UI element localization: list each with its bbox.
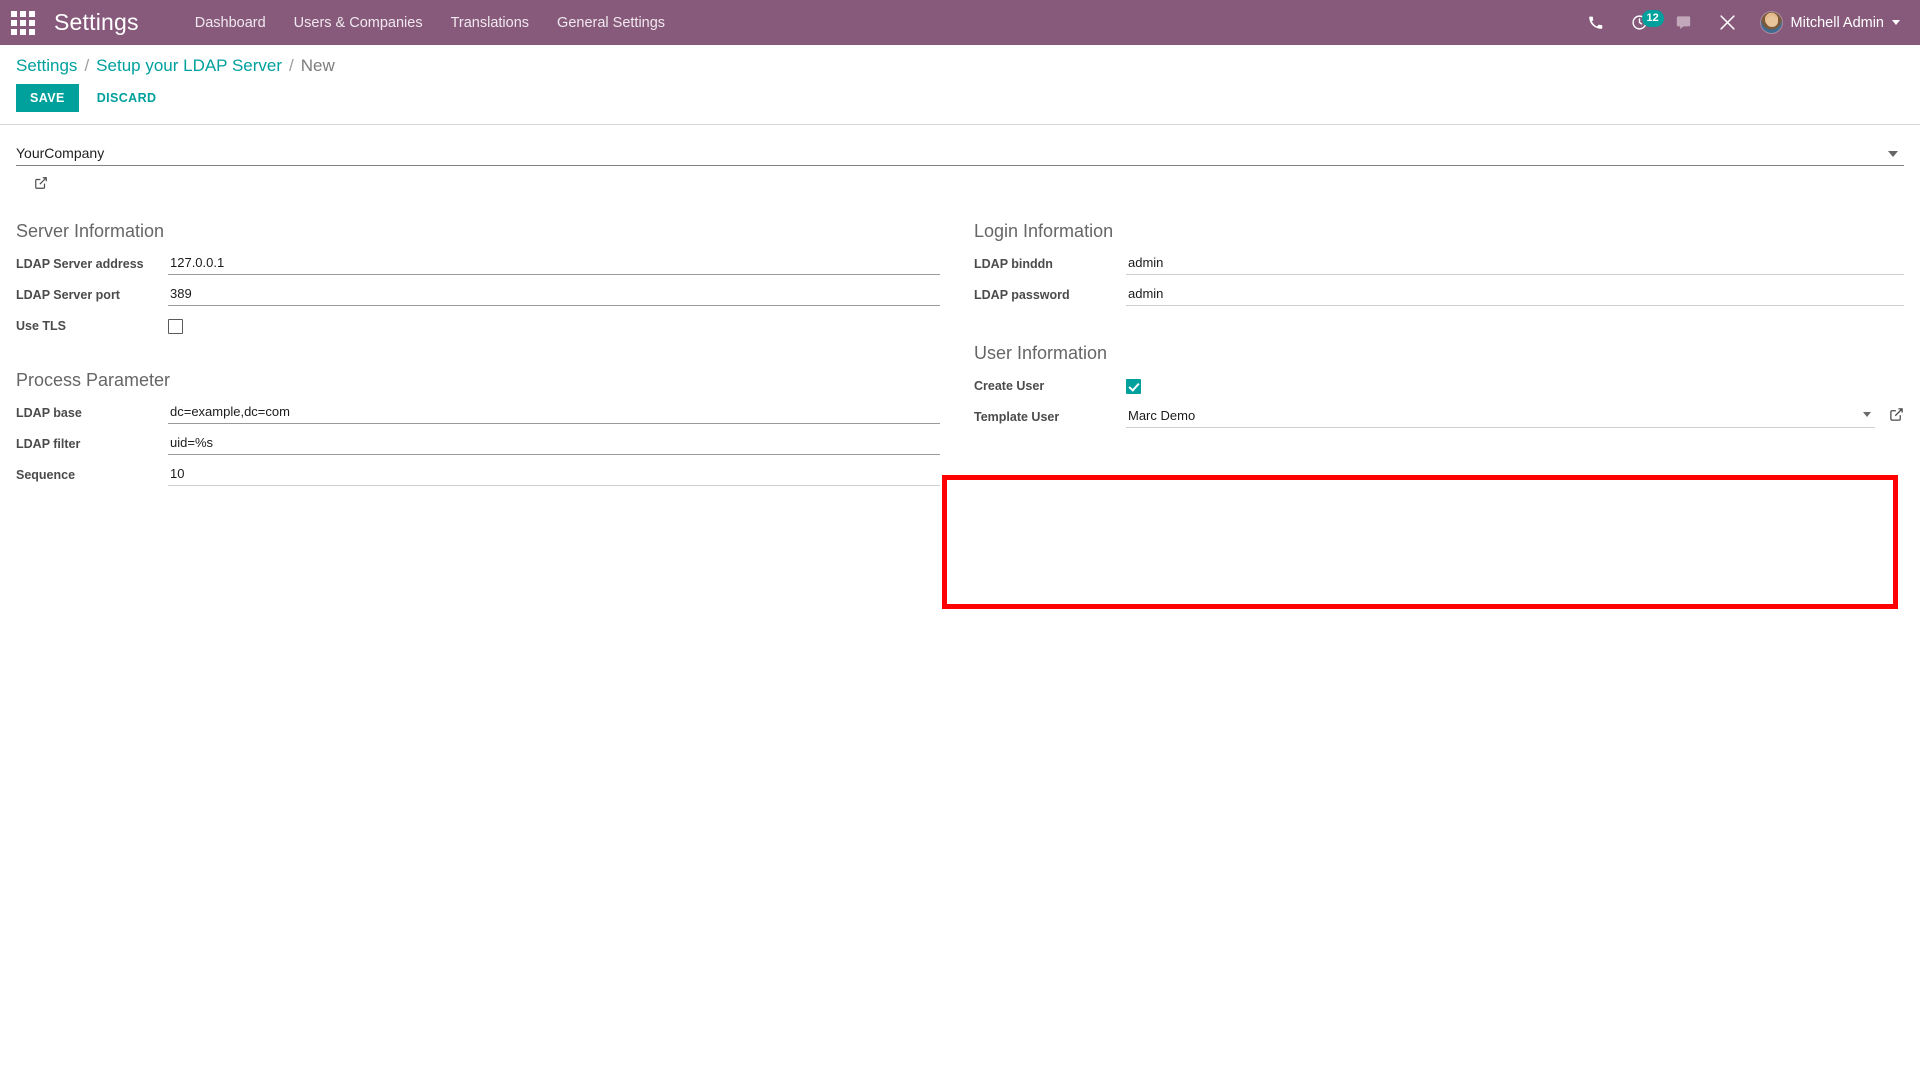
value-ldap-server-port: [168, 283, 940, 306]
field-row-ldap-server-address: LDAP Server address: [16, 252, 940, 278]
create-user-checkbox[interactable]: [1126, 379, 1141, 394]
chevron-down-icon[interactable]: [1863, 412, 1871, 417]
value-ldap-server-address: [168, 252, 940, 275]
label-ldap-server-address: LDAP Server address: [16, 257, 144, 271]
app-brand-title[interactable]: Settings: [54, 9, 139, 36]
field-row-use-tls: Use TLS: [16, 314, 940, 340]
group-title-user-information: User Information: [974, 343, 1108, 363]
company-input[interactable]: [16, 143, 1904, 166]
chevron-down-icon[interactable]: [1888, 151, 1898, 157]
save-button[interactable]: SAVE: [16, 84, 79, 112]
value-ldap-filter: [168, 432, 940, 455]
systray: 12 Mitchell Admin: [1574, 0, 1906, 45]
messages-icon[interactable]: [1662, 0, 1706, 45]
breadcrumb-current-new: New: [300, 56, 335, 75]
ldap-server-port-input[interactable]: [168, 283, 940, 306]
value-ldap-binddn: [1126, 252, 1904, 275]
external-link-icon[interactable]: [1889, 407, 1904, 422]
sequence-input[interactable]: [168, 463, 940, 486]
left-column: Server Information LDAP Server address L…: [16, 221, 960, 519]
control-panel: Settings / Setup your LDAP Server / New …: [0, 45, 1920, 125]
group-title-process-parameter: Process Parameter: [16, 370, 171, 390]
label-ldap-password: LDAP password: [974, 288, 1070, 302]
field-row-ldap-binddn: LDAP binddn: [974, 252, 1904, 278]
chevron-down-icon: [1892, 20, 1900, 25]
group-server-information: Server Information LDAP Server address L…: [16, 221, 940, 340]
user-name-label: Mitchell Admin: [1790, 14, 1884, 31]
label-use-tls: Use TLS: [16, 319, 67, 333]
form-action-buttons: SAVE DISCARD: [16, 84, 1904, 112]
ldap-server-address-input[interactable]: [168, 252, 940, 275]
breadcrumb: Settings / Setup your LDAP Server / New: [16, 56, 1904, 76]
phone-icon[interactable]: [1574, 0, 1618, 45]
avatar: [1759, 11, 1783, 34]
main-menu: Dashboard Users & Companies Translations…: [181, 9, 679, 37]
menu-item-translations[interactable]: Translations: [437, 9, 543, 37]
activity-count-badge: 12: [1641, 10, 1664, 27]
debug-tools-icon[interactable]: [1706, 0, 1750, 45]
label-ldap-binddn: LDAP binddn: [974, 257, 1053, 271]
value-ldap-password: [1126, 283, 1904, 306]
breadcrumb-item-ldap-server[interactable]: Setup your LDAP Server: [96, 56, 282, 76]
top-navbar: Settings Dashboard Users & Companies Tra…: [0, 0, 1920, 45]
label-ldap-server-port: LDAP Server port: [16, 288, 120, 302]
label-ldap-filter: LDAP filter: [16, 437, 81, 451]
value-ldap-base: [168, 401, 940, 424]
activity-clock-icon[interactable]: 12: [1618, 0, 1664, 45]
ldap-filter-input[interactable]: [168, 432, 940, 455]
label-ldap-base: LDAP base: [16, 406, 82, 420]
field-row-ldap-filter: LDAP filter: [16, 432, 940, 458]
label-create-user: Create User: [974, 379, 1045, 393]
template-user-input[interactable]: [1126, 405, 1875, 428]
value-use-tls: [168, 314, 940, 339]
group-login-information: Login Information LDAP binddn LDAP passw…: [974, 221, 1904, 309]
external-link-icon[interactable]: [34, 176, 48, 190]
use-tls-checkbox[interactable]: [168, 319, 183, 334]
breadcrumb-item-settings[interactable]: Settings: [16, 56, 77, 76]
label-sequence: Sequence: [16, 468, 76, 482]
form-sheet: Server Information LDAP Server address L…: [0, 125, 1920, 609]
template-user-widget: [1126, 405, 1904, 428]
value-template-user: [1126, 405, 1904, 428]
group-user-information: User Information Create User Template Us…: [974, 343, 1904, 431]
ldap-base-input[interactable]: [168, 401, 940, 424]
field-row-ldap-server-port: LDAP Server port: [16, 283, 940, 309]
ldap-binddn-input[interactable]: [1126, 252, 1904, 275]
discard-button[interactable]: DISCARD: [85, 84, 169, 112]
label-template-user: Template User: [974, 410, 1060, 424]
menu-item-general-settings[interactable]: General Settings: [543, 9, 679, 37]
value-sequence: [168, 463, 940, 486]
value-create-user: [1126, 374, 1904, 399]
field-row-create-user: Create User: [974, 374, 1904, 400]
template-user-field: [1126, 405, 1875, 428]
menu-item-users-companies[interactable]: Users & Companies: [280, 9, 437, 37]
apps-grid-icon[interactable]: [10, 10, 36, 36]
group-title-login-information: Login Information: [974, 221, 1114, 241]
field-row-sequence: Sequence: [16, 463, 940, 489]
menu-item-dashboard[interactable]: Dashboard: [181, 9, 280, 37]
field-row-ldap-password: LDAP password: [974, 283, 1904, 309]
breadcrumb-separator-2: /: [289, 56, 294, 75]
group-title-server-information: Server Information: [16, 221, 165, 241]
breadcrumb-separator: /: [84, 56, 90, 75]
group-process-parameter: Process Parameter LDAP base LDAP filter …: [16, 370, 940, 489]
ldap-password-input[interactable]: [1126, 283, 1904, 306]
field-row-ldap-base: LDAP base: [16, 401, 940, 427]
field-row-template-user: Template User: [974, 405, 1904, 431]
right-column: Login Information LDAP binddn LDAP passw…: [960, 221, 1904, 519]
company-field-row: [16, 143, 1904, 166]
company-external-link-row: [16, 172, 1904, 195]
form-columns: Server Information LDAP Server address L…: [16, 221, 1904, 519]
user-menu[interactable]: Mitchell Admin: [1750, 11, 1906, 34]
